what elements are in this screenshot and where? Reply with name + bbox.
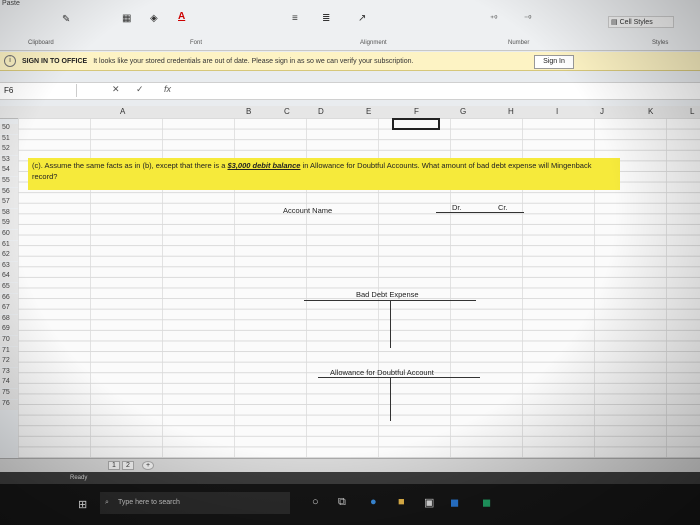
column-header[interactable]: I <box>556 107 558 116</box>
question-highlight: $3,000 debit balance <box>227 161 301 170</box>
row-header[interactable]: 67 <box>0 304 18 315</box>
row-header[interactable]: 60 <box>0 230 18 240</box>
status-bar: Ready <box>0 472 700 484</box>
row-header[interactable]: 73 <box>0 367 18 378</box>
store-icon[interactable]: ▣ <box>424 496 434 509</box>
borders-icon[interactable]: ▦ <box>122 13 131 24</box>
dr-header: Dr. <box>452 203 462 212</box>
column-header[interactable]: L <box>690 107 694 116</box>
question-prefix: (c). Assume the same facts as in (b), ex… <box>32 161 228 170</box>
question-text-box: (c). Assume the same facts as in (b), ex… <box>28 158 620 190</box>
sheet-tab[interactable]: 2 <box>122 461 134 470</box>
row-header[interactable]: 68 <box>0 314 18 325</box>
column-header[interactable]: K <box>648 107 653 116</box>
mail-icon[interactable]: ◼ <box>450 496 459 509</box>
align-left-icon[interactable]: ≡ <box>292 13 298 24</box>
enter-icon[interactable]: ✓ <box>136 84 144 95</box>
row-header[interactable]: 55 <box>0 177 18 187</box>
row-header[interactable]: 57 <box>0 198 18 209</box>
row-header[interactable]: 64 <box>0 272 18 283</box>
task-view-icon[interactable]: ⧉ <box>338 496 346 509</box>
row-header[interactable]: 74 <box>0 378 18 389</box>
cortana-icon[interactable]: ○ <box>312 496 319 508</box>
row-header[interactable]: 76 <box>0 399 18 410</box>
row-header[interactable]: 66 <box>0 293 18 304</box>
column-header[interactable]: G <box>460 107 466 116</box>
excel-window: Paste ✎ ▦ ◈ A ≡ ≣ ↗ ⁺⁰ ⁻⁰ ▤ Cell Styles … <box>0 0 700 525</box>
row-header[interactable]: 70 <box>0 336 18 346</box>
t-account-divider <box>390 377 391 421</box>
row-header[interactable]: 61 <box>0 240 18 251</box>
row-header[interactable]: 69 <box>0 325 18 336</box>
row-header[interactable]: 71 <box>0 346 18 357</box>
windows-start-icon[interactable]: ⊞ <box>78 498 87 511</box>
paste-label[interactable]: Paste <box>2 0 20 7</box>
row-header[interactable]: 56 <box>0 187 18 198</box>
row-header[interactable]: 53 <box>0 155 18 166</box>
font-color-icon[interactable]: A <box>178 11 185 22</box>
sign-in-message-bar: i SIGN IN TO OFFICE It looks like your s… <box>0 52 700 71</box>
row-header[interactable]: 65 <box>0 283 18 293</box>
message-title: SIGN IN TO OFFICE <box>22 57 88 65</box>
align-center-icon[interactable]: ≣ <box>322 13 330 24</box>
ribbon: Paste ✎ ▦ ◈ A ≡ ≣ ↗ ⁺⁰ ⁻⁰ ▤ Cell Styles … <box>0 0 700 51</box>
styles-group-label: Styles <box>652 40 669 46</box>
excel-icon[interactable]: ◼ <box>482 496 491 509</box>
cell-styles-icon: ▤ <box>611 19 618 26</box>
sheet-tab-bar: 1 2 + <box>0 458 700 473</box>
increase-decimal-icon[interactable]: ⁺⁰ <box>490 14 497 23</box>
header-underline <box>436 212 524 213</box>
cr-header: Cr. <box>498 203 508 212</box>
alignment-group-label: Alignment <box>360 40 387 46</box>
clipboard-group-label: Clipboard <box>28 40 54 46</box>
windows-taskbar: ⊞ ⌕ Type here to search ○ ⧉ ● ■ ▣ ◼ ◼ <box>0 484 700 525</box>
fill-color-icon[interactable]: ◈ <box>150 13 158 24</box>
row-header[interactable]: 59 <box>0 219 18 230</box>
row-header[interactable]: 63 <box>0 261 18 272</box>
font-group-label: Font <box>190 40 203 46</box>
t-account-top-line <box>318 377 480 378</box>
column-header[interactable]: H <box>508 107 514 116</box>
add-sheet-button[interactable]: + <box>142 461 155 470</box>
cell-styles-label: Cell Styles <box>619 18 653 26</box>
column-header[interactable]: C <box>284 107 290 116</box>
column-header[interactable]: B <box>246 107 251 116</box>
sign-in-button[interactable]: Sign In <box>534 55 574 69</box>
account-name-header: Account Name <box>283 206 333 215</box>
row-header[interactable]: 54 <box>0 166 18 177</box>
name-box[interactable]: F6 <box>2 84 77 97</box>
column-header[interactable]: A <box>120 107 125 116</box>
fx-icon[interactable]: fx <box>164 84 171 94</box>
number-group-label: Number <box>508 40 530 46</box>
t-account-divider <box>390 300 391 348</box>
row-header[interactable]: 52 <box>0 145 18 156</box>
info-icon: i <box>4 55 16 67</box>
message-text: It looks like your stored credentials ar… <box>93 57 414 65</box>
row-header[interactable]: 72 <box>0 357 18 368</box>
t-account-title: Bad Debt Expense <box>356 290 419 299</box>
orientation-icon[interactable]: ↗ <box>358 13 366 24</box>
row-header[interactable]: 62 <box>0 251 18 262</box>
search-icon: ⌕ <box>105 499 109 506</box>
sheet-tab[interactable]: 1 <box>108 461 120 470</box>
search-placeholder: Type here to search <box>118 499 180 506</box>
decrease-decimal-icon[interactable]: ⁻⁰ <box>524 14 531 23</box>
file-explorer-icon[interactable]: ■ <box>398 496 405 508</box>
row-header[interactable]: 58 <box>0 208 18 219</box>
row-header[interactable]: 75 <box>0 389 18 399</box>
taskbar-search-box[interactable]: ⌕ Type here to search <box>100 492 290 514</box>
format-painter-icon[interactable]: ✎ <box>62 14 70 25</box>
column-header[interactable]: D <box>318 107 324 116</box>
t-account-title: Allowance for Doubtful Account <box>330 368 434 377</box>
column-header[interactable]: J <box>600 107 604 116</box>
row-header[interactable]: 50 <box>0 124 18 134</box>
cancel-icon[interactable]: ✕ <box>112 84 120 95</box>
column-header[interactable]: F <box>414 107 419 116</box>
column-header[interactable]: E <box>366 107 371 116</box>
cell-styles-button[interactable]: ▤ Cell Styles <box>608 16 674 28</box>
edge-icon[interactable]: ● <box>370 496 377 508</box>
active-cell-outline <box>392 118 440 130</box>
row-header[interactable]: 51 <box>0 134 18 145</box>
formula-bar: F6 ✕ ✓ fx <box>0 82 700 100</box>
